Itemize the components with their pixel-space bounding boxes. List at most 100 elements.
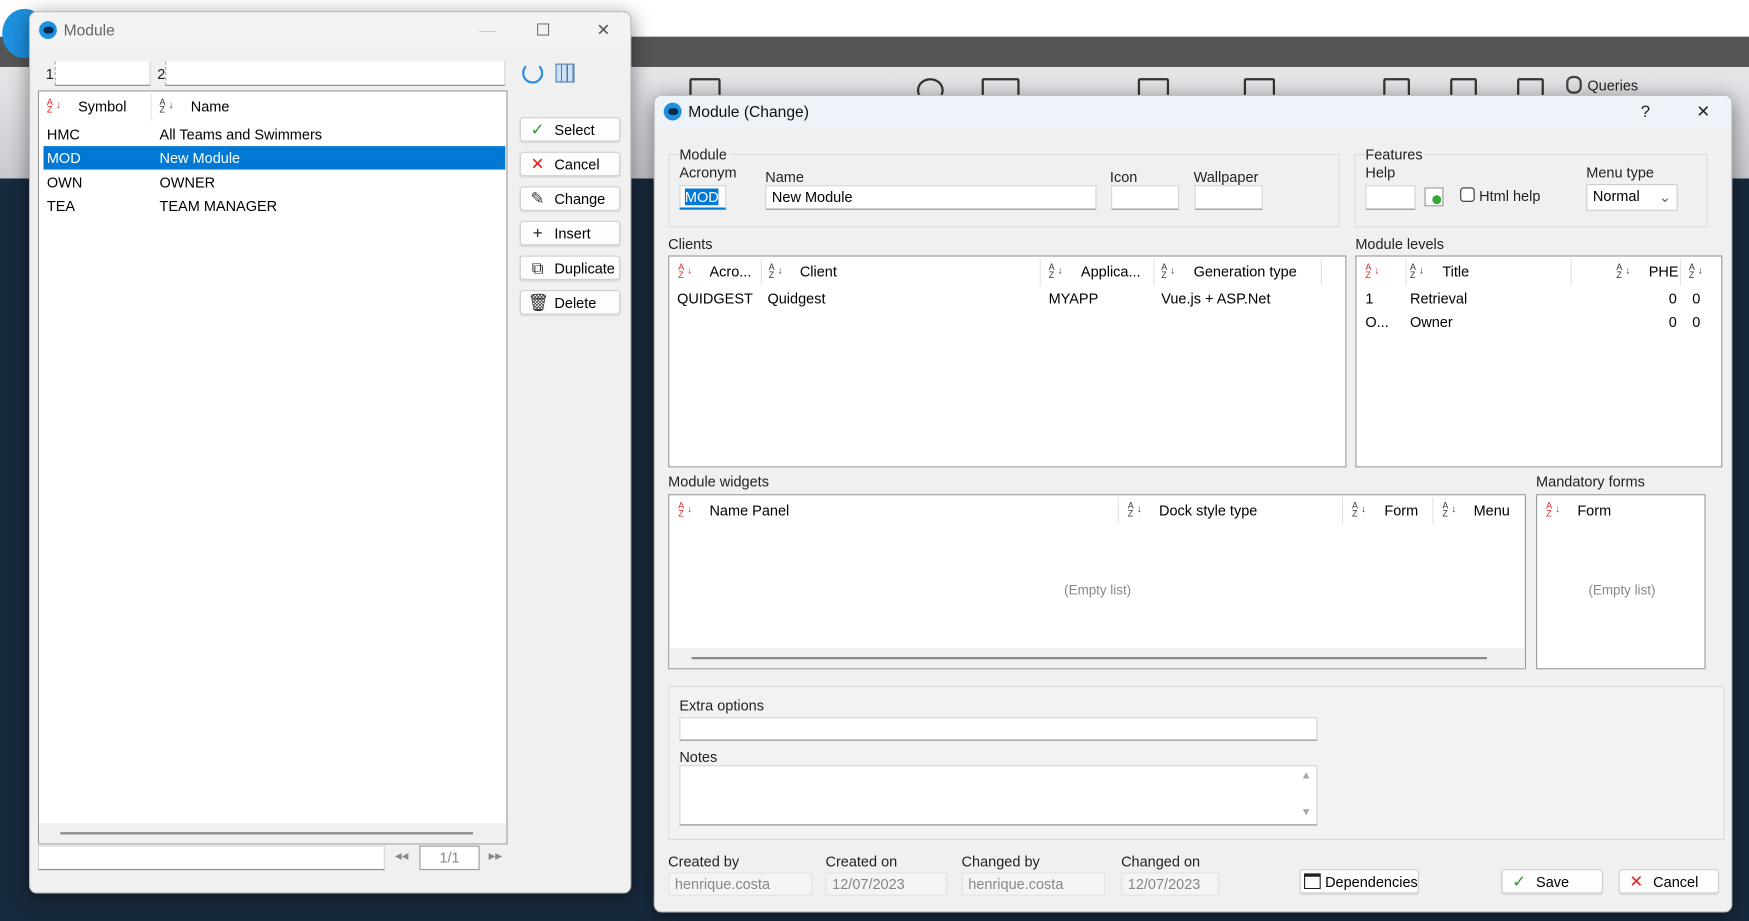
sort-icon[interactable]: ↓ — [1352, 502, 1366, 518]
horizontal-scrollbar[interactable] — [669, 648, 1525, 669]
search-input[interactable] — [37, 845, 385, 871]
close-icon: ✕ — [1629, 872, 1644, 892]
horizontal-scrollbar[interactable] — [39, 823, 507, 844]
grid-settings-icon[interactable] — [555, 63, 575, 83]
column-header[interactable]: Applica... — [1081, 263, 1141, 280]
table-row[interactable]: TEA TEAM MANAGER — [44, 194, 506, 217]
sort-asc-icon[interactable]: ↓ — [678, 263, 692, 279]
sort-asc-icon[interactable]: ↓ — [47, 98, 61, 114]
pencil-icon: ✎ — [530, 189, 545, 209]
sort-asc-icon[interactable]: ↓ — [1546, 502, 1560, 518]
filter-symbol-input[interactable] — [54, 61, 151, 86]
created-by-field: henrique.costa — [668, 872, 813, 896]
html-help-checkbox[interactable] — [1460, 187, 1475, 202]
previous-page-icon[interactable]: ◂◂ — [395, 848, 408, 864]
column-header[interactable]: Form — [1384, 502, 1418, 519]
sort-icon[interactable]: ↓ — [1689, 263, 1703, 279]
sort-icon[interactable]: ↓ — [1128, 502, 1142, 518]
acronym-input[interactable]: MOD — [679, 185, 727, 210]
sort-icon[interactable]: ↓ — [160, 98, 173, 114]
insert-label: Insert — [554, 224, 591, 242]
column-header[interactable]: Acro... — [709, 263, 751, 280]
close-button[interactable]: ✕ — [1681, 96, 1726, 127]
delete-button[interactable]: 🗑 Delete — [519, 290, 621, 315]
table-row[interactable]: MOD New Module — [43, 146, 506, 170]
scroll-down-icon[interactable]: ▼ — [1301, 807, 1312, 819]
dialog-titlebar: Module (Change) — [654, 95, 1732, 128]
scroll-up-icon[interactable]: ▲ — [1301, 770, 1312, 782]
column-header[interactable]: Title — [1442, 263, 1469, 280]
created-on-label: Created on — [825, 853, 898, 871]
sort-icon[interactable]: ↓ — [1616, 263, 1630, 279]
duplicate-button[interactable]: ⧉ Duplicate — [519, 255, 621, 280]
sort-icon[interactable]: ↓ — [769, 263, 783, 279]
column-header-name[interactable]: Name — [191, 98, 230, 115]
column-header[interactable]: Name Panel — [709, 502, 789, 519]
maximize-button[interactable]: ☐ — [521, 12, 566, 48]
sort-icon[interactable]: ↓ — [1410, 263, 1424, 279]
column-header[interactable]: Dock style type — [1159, 502, 1257, 519]
cancel-button[interactable]: ✕ Cancel — [519, 151, 621, 177]
next-page-icon[interactable]: ▸▸ — [489, 848, 502, 864]
change-button[interactable]: ✎ Change — [519, 186, 621, 211]
extra-options-input[interactable] — [679, 717, 1318, 741]
extra-options-label: Extra options — [679, 697, 764, 714]
row-symbol: HMC — [46, 126, 80, 143]
cancel-label: Cancel — [1653, 872, 1699, 890]
insert-button[interactable]: + Insert — [519, 220, 621, 246]
sort-icon[interactable]: ↓ — [1442, 502, 1456, 518]
notes-textarea[interactable] — [679, 765, 1318, 826]
table-row[interactable]: OWN OWNER — [44, 170, 506, 193]
help-button[interactable]: ? — [1623, 96, 1668, 127]
changed-by-label: Changed by — [961, 853, 1040, 871]
row-name: All Teams and Swimmers — [159, 126, 323, 143]
row-cell: 0 — [1668, 313, 1677, 331]
column-header[interactable]: Generation type — [1194, 263, 1297, 280]
menu-type-select[interactable]: Normal ⌄ — [1586, 184, 1678, 211]
row-cell: 0 — [1692, 313, 1701, 331]
column-header-symbol[interactable]: Symbol — [78, 98, 126, 115]
dependencies-label: Dependencies — [1325, 872, 1418, 890]
sort-icon[interactable]: ↓ — [1049, 263, 1062, 279]
sort-asc-icon[interactable]: ↓ — [678, 502, 692, 518]
close-button[interactable]: ✕ — [581, 12, 626, 48]
column-header[interactable]: Menu — [1474, 502, 1510, 519]
module-levels-label: Module levels — [1355, 235, 1445, 253]
column-divider — [1039, 258, 1041, 286]
table-row[interactable]: 1 Retrieval 0 0 — [1356, 290, 1721, 313]
column-divider — [1570, 258, 1572, 286]
app-icon — [39, 21, 57, 40]
icon-input[interactable] — [1111, 185, 1180, 210]
module-list-window: Module — ☐ ✕ 1 2 ↓ Symbol ↓ Name HMCAll … — [29, 11, 632, 894]
column-header[interactable]: Form — [1577, 502, 1611, 519]
sort-asc-icon[interactable]: ↓ — [1365, 263, 1379, 279]
acronym-value: MOD — [684, 188, 719, 206]
check-icon: ✓ — [1512, 872, 1527, 892]
refresh-icon[interactable] — [522, 62, 544, 84]
save-button[interactable]: ✓ Save — [1501, 868, 1603, 894]
help-input[interactable] — [1365, 185, 1416, 210]
minimize-button[interactable]: — — [465, 12, 510, 48]
table-row[interactable]: QUIDGEST Quidgest MYAPP Vue.js + ASP.Net — [669, 290, 1345, 313]
table-row[interactable]: HMC All Teams and Swimmers — [44, 123, 506, 146]
select-button[interactable]: ✓ Select — [519, 117, 621, 142]
filter-name-input[interactable] — [165, 61, 506, 86]
column-header[interactable]: PHE — [1649, 263, 1679, 280]
column-header[interactable]: Client — [800, 263, 837, 280]
cancel-button[interactable]: ✕ Cancel — [1618, 868, 1719, 894]
table-row[interactable]: O... Owner 0 0 — [1356, 313, 1721, 336]
mandatory-forms-grid: (Empty list) ↓ Form — [1536, 494, 1706, 670]
wallpaper-input[interactable] — [1194, 185, 1263, 210]
notes-label: Notes — [679, 748, 718, 766]
browse-help-icon[interactable] — [1424, 187, 1444, 207]
column-divider — [1153, 258, 1155, 286]
name-input[interactable]: New Module — [765, 185, 1097, 210]
list-header: ↓ Symbol ↓ Name — [39, 91, 508, 121]
scrollbar-thumb[interactable] — [60, 832, 473, 835]
help-label: Help — [1365, 163, 1396, 181]
dependencies-button[interactable]: Dependencies — [1299, 868, 1419, 894]
ribbon-queries[interactable]: Queries — [1587, 77, 1638, 94]
scrollbar-thumb[interactable] — [691, 657, 1487, 660]
page-indicator[interactable]: 1/1 — [419, 845, 480, 871]
sort-icon[interactable]: ↓ — [1161, 263, 1175, 279]
